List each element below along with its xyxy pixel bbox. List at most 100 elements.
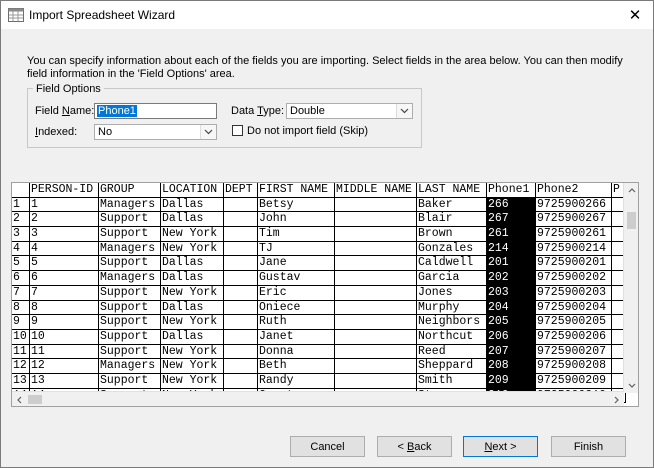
grid-cell[interactable] [335,329,417,345]
back-button[interactable]: < Back [377,436,452,457]
grid-cell[interactable] [335,373,417,389]
grid-cell[interactable]: 8 [30,300,99,316]
row-number[interactable]: 8 [12,300,30,316]
cancel-button[interactable]: Cancel [290,436,365,457]
grid-cell[interactable]: 207 [487,344,536,360]
grid-cell[interactable]: 261 [487,227,536,242]
indexed-select[interactable]: No [94,124,217,140]
grid-cell[interactable]: New York [161,373,224,389]
grid-column-header[interactable]: DEPT [224,183,258,198]
skip-checkbox[interactable] [232,125,243,136]
grid-cell[interactable]: Dallas [161,197,224,213]
grid-cell[interactable]: Betsy [258,197,335,213]
grid-cell[interactable]: Support [99,285,161,301]
grid-cell[interactable]: 4 [30,241,99,257]
grid-cell[interactable]: 9725900261 [536,227,612,242]
grid-cell[interactable] [335,256,417,272]
row-number[interactable]: 5 [12,256,30,272]
grid-cell[interactable] [224,227,258,242]
grid-cell[interactable]: 9725900204 [536,300,612,316]
grid-cell[interactable]: 9725900266 [536,197,612,213]
grid-cell[interactable]: 9725900201 [536,256,612,272]
grid-cell[interactable]: New York [161,344,224,360]
grid-cell[interactable]: Randy [258,373,335,389]
grid-column-header[interactable]: FIRST NAME [258,183,335,198]
grid-cell[interactable]: Support [99,256,161,272]
grid-cell[interactable]: 2 [30,212,99,228]
close-icon[interactable]: ✕ [617,1,653,29]
grid-cell[interactable] [335,285,417,301]
grid-cell[interactable]: Managers [99,271,161,286]
scroll-up-icon[interactable] [624,183,638,198]
grid-column-header[interactable]: GROUP [99,183,161,198]
grid-cell[interactable]: Tim [258,227,335,242]
grid-cell[interactable]: TJ [258,241,335,257]
grid-cell[interactable]: 206 [487,329,536,345]
grid-cell[interactable]: 1 [30,197,99,213]
grid-cell[interactable]: Baker [417,197,487,213]
grid-cell[interactable]: 12 [30,359,99,374]
grid-cell[interactable]: New York [161,315,224,330]
grid-cell[interactable]: 9725900267 [536,212,612,228]
grid-cell[interactable]: 204 [487,300,536,316]
grid-cell[interactable]: Eric [258,285,335,301]
grid-cell[interactable]: 209 [487,373,536,389]
grid-cell[interactable]: 201 [487,256,536,272]
vertical-scroll-thumb[interactable] [627,212,636,229]
grid-cell[interactable]: 3 [30,227,99,242]
row-number[interactable]: 13 [12,373,30,389]
grid-cell[interactable]: 9725900207 [536,344,612,360]
grid-cell[interactable] [335,241,417,257]
grid-cell[interactable]: Support [99,315,161,330]
row-number[interactable]: 4 [12,241,30,257]
grid-cell[interactable]: Caldwell [417,256,487,272]
grid-column-header[interactable]: MIDDLE NAME [335,183,417,198]
row-number[interactable]: 9 [12,315,30,330]
chevron-down-icon[interactable] [396,104,412,118]
grid-cell[interactable]: 9725900214 [536,241,612,257]
grid-cell[interactable] [224,373,258,389]
grid-cell[interactable]: Northcut [417,329,487,345]
vertical-scrollbar[interactable] [623,183,638,393]
scroll-down-icon[interactable] [624,378,638,393]
grid-column-header[interactable]: LOCATION [161,183,224,198]
grid-cell[interactable] [335,227,417,242]
grid-cell[interactable]: 205 [487,315,536,330]
grid-cell[interactable]: 11 [30,344,99,360]
grid-cell[interactable]: 9725900202 [536,271,612,286]
grid-cell[interactable]: Oniece [258,300,335,316]
grid-cell[interactable]: Donna [258,344,335,360]
grid-cell[interactable] [335,197,417,213]
grid-cell[interactable]: 9725900203 [536,285,612,301]
row-number[interactable]: 12 [12,359,30,374]
grid-cell[interactable]: Managers [99,241,161,257]
grid-cell[interactable]: 208 [487,359,536,374]
row-number[interactable]: 2 [12,212,30,228]
grid-cell[interactable]: Support [99,344,161,360]
grid-cell[interactable]: Dallas [161,329,224,345]
grid-column-header[interactable]: Phone1 [487,183,536,198]
grid-cell[interactable]: 7 [30,285,99,301]
title-bar[interactable]: Import Spreadsheet Wizard ✕ [1,1,653,29]
grid-cell[interactable]: New York [161,227,224,242]
grid-cell[interactable]: Dallas [161,212,224,228]
grid-cell[interactable]: Support [99,329,161,345]
grid-cell[interactable]: 266 [487,197,536,213]
horizontal-scroll-thumb[interactable] [28,395,42,404]
grid-cell[interactable]: 5 [30,256,99,272]
grid-cell[interactable]: Garcia [417,271,487,286]
grid-cell[interactable]: 9725900208 [536,359,612,374]
grid-cell[interactable]: Dallas [161,300,224,316]
grid-cell[interactable] [224,344,258,360]
grid-column-header[interactable]: PERSON-ID [30,183,99,198]
grid-cell[interactable]: John [258,212,335,228]
grid-cell[interactable] [335,271,417,286]
grid-cell[interactable]: New York [161,359,224,374]
horizontal-scrollbar[interactable] [12,391,624,406]
row-number[interactable]: 10 [12,329,30,345]
grid-cell[interactable]: Ruth [258,315,335,330]
row-number[interactable]: 11 [12,344,30,360]
chevron-down-icon[interactable] [200,125,216,139]
grid-cell[interactable]: Beth [258,359,335,374]
next-button[interactable]: Next > [463,436,538,457]
